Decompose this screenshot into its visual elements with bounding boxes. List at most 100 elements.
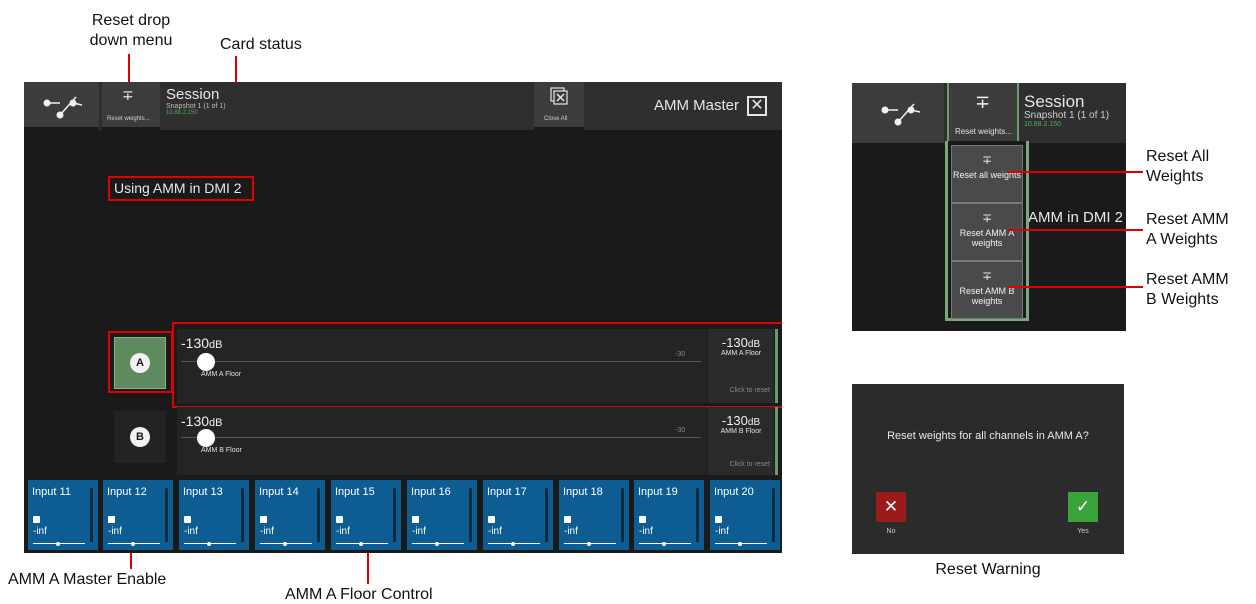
reset-warning-message: Reset weights for all channels in AMM A? xyxy=(887,430,1089,442)
input-name: Input 18 xyxy=(563,486,603,498)
yes-label: Yes xyxy=(1077,528,1089,535)
input-fader-knob[interactable] xyxy=(207,542,211,546)
input-name: Input 12 xyxy=(107,486,147,498)
input-tile[interactable]: Input 13 -inf xyxy=(179,480,249,550)
network-button[interactable] xyxy=(24,82,99,130)
session-info[interactable]: Session Snapshot 1 (1 of 1) 10.88.2.150 xyxy=(1024,93,1109,128)
reset-icon: ∓ xyxy=(981,153,993,167)
amm-b-floor-value: -130 xyxy=(181,413,210,429)
input-meter xyxy=(696,488,699,542)
amm-a-side-unit: dB xyxy=(747,339,761,350)
input-mode-icon xyxy=(564,516,571,523)
reset-weights-label: Reset weights... xyxy=(107,116,150,122)
input-level: -inf xyxy=(715,526,729,537)
amm-a-floor-track xyxy=(181,361,701,362)
input-level: -inf xyxy=(412,526,426,537)
network-icon xyxy=(881,103,921,126)
amm-a-reset-box[interactable]: -130dB AMM A Floor Click to reset xyxy=(708,329,774,403)
input-meter xyxy=(469,488,472,542)
input-tile[interactable]: Input 20 -inf xyxy=(710,480,780,550)
input-fader-knob[interactable] xyxy=(359,542,363,546)
amm-master-window: ∓ Reset weights... Session Snapshot 1 (1… xyxy=(24,82,782,553)
amm-b-floor-name: AMM B Floor xyxy=(201,447,242,454)
amm-b-side-value: -130 xyxy=(721,413,748,428)
amm-b-side-unit: dB xyxy=(747,417,761,428)
input-fader-knob[interactable] xyxy=(587,542,591,546)
amm-b-side-name: AMM B Floor xyxy=(720,428,762,435)
input-meter xyxy=(90,488,93,542)
input-fader-knob[interactable] xyxy=(511,542,515,546)
input-mode-icon xyxy=(715,516,722,523)
input-fader-knob[interactable] xyxy=(662,542,666,546)
input-name: Input 16 xyxy=(411,486,451,498)
input-tile[interactable]: Input 15 -inf xyxy=(331,480,401,550)
window-title: AMM Master xyxy=(654,97,740,114)
amm-b-floor-control[interactable]: -130dB -30 AMM B Floor xyxy=(177,407,707,475)
amm-a-floor-control[interactable]: -130dB -30 AMM A Floor xyxy=(177,329,707,403)
reset-warning-dialog: Reset weights for all channels in AMM A?… xyxy=(852,384,1124,554)
input-tile[interactable]: Input 16 -inf xyxy=(407,480,477,550)
input-mode-icon xyxy=(488,516,495,523)
input-tile[interactable]: Input 17 -inf xyxy=(483,480,553,550)
input-mode-icon xyxy=(108,516,115,523)
input-tile[interactable]: Input 18 -inf xyxy=(559,480,629,550)
no-label: No xyxy=(886,528,896,535)
amm-b-click-to-reset: Click to reset xyxy=(729,461,770,468)
amm-b-floor-knob[interactable] xyxy=(197,429,215,447)
session-info[interactable]: Session Snapshot 1 (1 of 1) 10.88.2.150 xyxy=(166,86,226,116)
amm-b-floor-track xyxy=(181,437,701,438)
annotation-reset-all-weights: Reset All Weights xyxy=(1146,148,1210,185)
input-level: -inf xyxy=(639,526,653,537)
amm-b-enable-label: B xyxy=(130,427,150,447)
amm-a-floor-name: AMM A Floor xyxy=(201,371,242,378)
input-tile[interactable]: Input 19 -inf xyxy=(634,480,704,550)
yes-button[interactable]: ✓ xyxy=(1068,492,1098,522)
input-mode-icon xyxy=(33,516,40,523)
reset-icon: ∓ xyxy=(122,87,134,103)
input-level: -inf xyxy=(488,526,502,537)
annotation-amm-a-master-enable: AMM A Master Enable xyxy=(8,571,167,588)
annotation-amm-a-floor-control: AMM A Floor Control xyxy=(285,586,433,603)
input-name: Input 11 xyxy=(32,486,71,498)
input-fader-knob[interactable] xyxy=(435,542,439,546)
amm-a-enable-button[interactable]: A xyxy=(114,337,166,389)
input-level: -inf xyxy=(564,526,578,537)
reset-icon: ∓ xyxy=(975,92,991,112)
input-fader-knob[interactable] xyxy=(738,542,742,546)
input-meter xyxy=(241,488,244,542)
close-icon[interactable]: ✕ xyxy=(747,96,767,116)
input-mode-icon xyxy=(184,516,191,523)
input-meter xyxy=(545,488,548,542)
close-all-button[interactable]: Close All xyxy=(534,82,584,130)
background-status-text: AMM in DMI 2 xyxy=(1028,209,1124,226)
reset-weights-button[interactable]: ∓ Reset weights... xyxy=(102,82,160,130)
input-level: -inf xyxy=(184,526,198,537)
reset-amm-b-weights-item[interactable]: ∓ Reset AMM B weights xyxy=(951,261,1023,319)
reset-all-weights-item[interactable]: ∓ Reset all weights xyxy=(951,145,1023,203)
close-all-label: Close All xyxy=(544,116,568,122)
amm-b-reset-box[interactable]: -130dB AMM B Floor Click to reset xyxy=(708,407,774,475)
amm-a-floor-knob[interactable] xyxy=(197,353,215,371)
no-button[interactable]: ✕ xyxy=(876,492,906,522)
input-fader-knob[interactable] xyxy=(283,542,287,546)
input-fader-knob[interactable] xyxy=(131,542,135,546)
session-title: Session xyxy=(1024,92,1085,111)
annotation-reset-warning: Reset Warning xyxy=(935,561,1041,578)
reset-weights-label: Reset weights... xyxy=(955,127,1012,136)
amm-a-floor-unit: dB xyxy=(209,339,223,351)
reset-amm-a-weights-label: Reset AMM A weights xyxy=(959,228,1015,248)
input-tile[interactable]: Input 11 -inf xyxy=(28,480,98,550)
input-name: Input 13 xyxy=(183,486,223,498)
input-tile[interactable]: Input 14 -inf xyxy=(255,480,325,550)
amm-b-enable-button[interactable]: B xyxy=(114,411,166,463)
reset-amm-a-weights-item[interactable]: ∓ Reset AMM A weights xyxy=(951,203,1023,261)
session-ip: 10.88.2.150 xyxy=(1024,121,1061,128)
input-tile[interactable]: Input 12 -inf xyxy=(103,480,173,550)
reset-menu-screenshot: ∓ Reset weights... Session Snapshot 1 (1… xyxy=(852,83,1126,331)
network-button[interactable] xyxy=(852,83,944,143)
input-level: -inf xyxy=(33,526,47,537)
input-fader-knob[interactable] xyxy=(56,542,60,546)
network-icon xyxy=(43,96,83,119)
input-mode-icon xyxy=(412,516,419,523)
reset-weights-button[interactable]: ∓ Reset weights... xyxy=(947,83,1019,143)
